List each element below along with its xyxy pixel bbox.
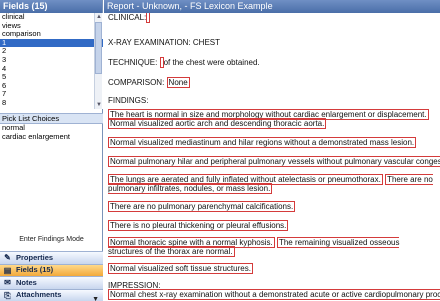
technique-text: of the chest were obtained.: [163, 58, 260, 67]
field-item[interactable]: 5: [0, 73, 103, 82]
nav-fields-button[interactable]: ▤ Fields (15): [0, 263, 103, 276]
clinical-line: CLINICAL:: [108, 13, 151, 23]
exam-line: X-RAY EXAMINATION: CHEST: [108, 38, 221, 47]
aorta-field[interactable]: Normal visualized aortic arch and descen…: [108, 117, 327, 129]
field-item[interactable]: 4: [0, 64, 103, 74]
fields-icon: ▤: [3, 265, 12, 275]
hilar-vessels-field[interactable]: Normal pulmonary hilar and peripheral pu…: [108, 156, 440, 167]
pleural-field[interactable]: There is no pleural thickening or pleura…: [108, 220, 289, 231]
enter-findings-mode-link[interactable]: Enter Findings Mode: [0, 236, 103, 243]
heart-aorta-paragraph: The heart is normal in size and morpholo…: [108, 109, 434, 129]
nav-attachments-button[interactable]: ⎘ Attachments: [0, 288, 103, 301]
fields-scrollbar[interactable]: ▲ ▼: [94, 13, 102, 109]
clinical-label: CLINICAL:: [108, 13, 147, 22]
comparison-label: COMPARISON:: [108, 78, 165, 87]
clinical-field[interactable]: [146, 13, 151, 23]
field-item[interactable]: 3: [0, 55, 103, 65]
nav-fields-label: Fields (15): [16, 265, 54, 274]
technique-line: TECHNIQUE: of the chest were obtained.: [108, 57, 260, 68]
field-item[interactable]: 8: [0, 98, 103, 108]
left-pane: Fields (15) clinical views comparison 1 …: [0, 0, 103, 301]
impression-field[interactable]: Normal chest x-ray examination without a…: [108, 289, 440, 300]
nav-properties-button[interactable]: ✎ Properties: [0, 251, 103, 264]
hilar-line: Normal pulmonary hilar and peripheral pu…: [108, 156, 440, 167]
properties-icon: ✎: [4, 253, 11, 263]
calcifications-line: There are no pulmonary parenchymal calci…: [108, 201, 296, 212]
fields-panel-title: Fields (15): [0, 0, 102, 13]
mediastinum-line: Normal visualized mediastinum and hilar …: [108, 137, 417, 148]
technique-label: TECHNIQUE:: [108, 58, 158, 67]
picklist[interactable]: normal cardiac enlargement: [0, 123, 103, 224]
calcifications-field[interactable]: There are no pulmonary parenchymal calci…: [108, 201, 296, 212]
report-title: Report - Unknown, - FS Lexicon Example: [104, 0, 440, 13]
nav-attachments-label: Attachments: [16, 290, 62, 299]
comparison-field[interactable]: None: [166, 77, 190, 88]
spine-paragraph: Normal thoracic spine with a normal kyph…: [108, 237, 434, 257]
soft-tissue-field[interactable]: Normal visualized soft tissue structures…: [108, 263, 253, 274]
soft-tissue-line: Normal visualized soft tissue structures…: [108, 263, 253, 274]
comparison-line: COMPARISON: None: [108, 77, 190, 88]
scroll-up-icon[interactable]: ▲: [95, 13, 103, 21]
report-editor[interactable]: CLINICAL: X-RAY EXAMINATION: CHEST TECHN…: [104, 13, 440, 301]
pleural-line: There is no pleural thickening or pleura…: [108, 220, 289, 231]
nav-notes-label: Notes: [16, 277, 37, 287]
picklist-item[interactable]: cardiac enlargement: [0, 132, 103, 142]
findings-label: FINDINGS:: [108, 96, 149, 105]
field-item[interactable]: 2: [0, 47, 103, 56]
impression-line: Normal chest x-ray examination without a…: [108, 289, 440, 300]
scroll-thumb[interactable]: [95, 22, 102, 74]
nav-panel: ✎ Properties ▤ Fields (15) ✉ Notes ⎘ Att…: [0, 251, 103, 301]
lungs-paragraph: The lungs are aerated and fully inflated…: [108, 174, 434, 194]
nav-properties-label: Properties: [16, 252, 54, 262]
field-item[interactable]: 6: [0, 81, 103, 91]
attachments-icon: ⎘: [4, 290, 11, 300]
mediastinum-field[interactable]: Normal visualized mediastinum and hilar …: [108, 137, 417, 148]
fields-list[interactable]: clinical views comparison 1 2 3 4 5 6 7 …: [0, 13, 103, 109]
field-item[interactable]: comparison: [0, 30, 103, 39]
notes-icon: ✉: [4, 278, 11, 288]
field-item[interactable]: 7: [0, 90, 103, 99]
field-item-selected[interactable]: 1: [0, 38, 103, 48]
chevron-down-icon[interactable]: ▼: [92, 296, 99, 301]
scroll-down-icon[interactable]: ▼: [95, 101, 103, 109]
nav-notes-button[interactable]: ✉ Notes: [0, 276, 103, 289]
